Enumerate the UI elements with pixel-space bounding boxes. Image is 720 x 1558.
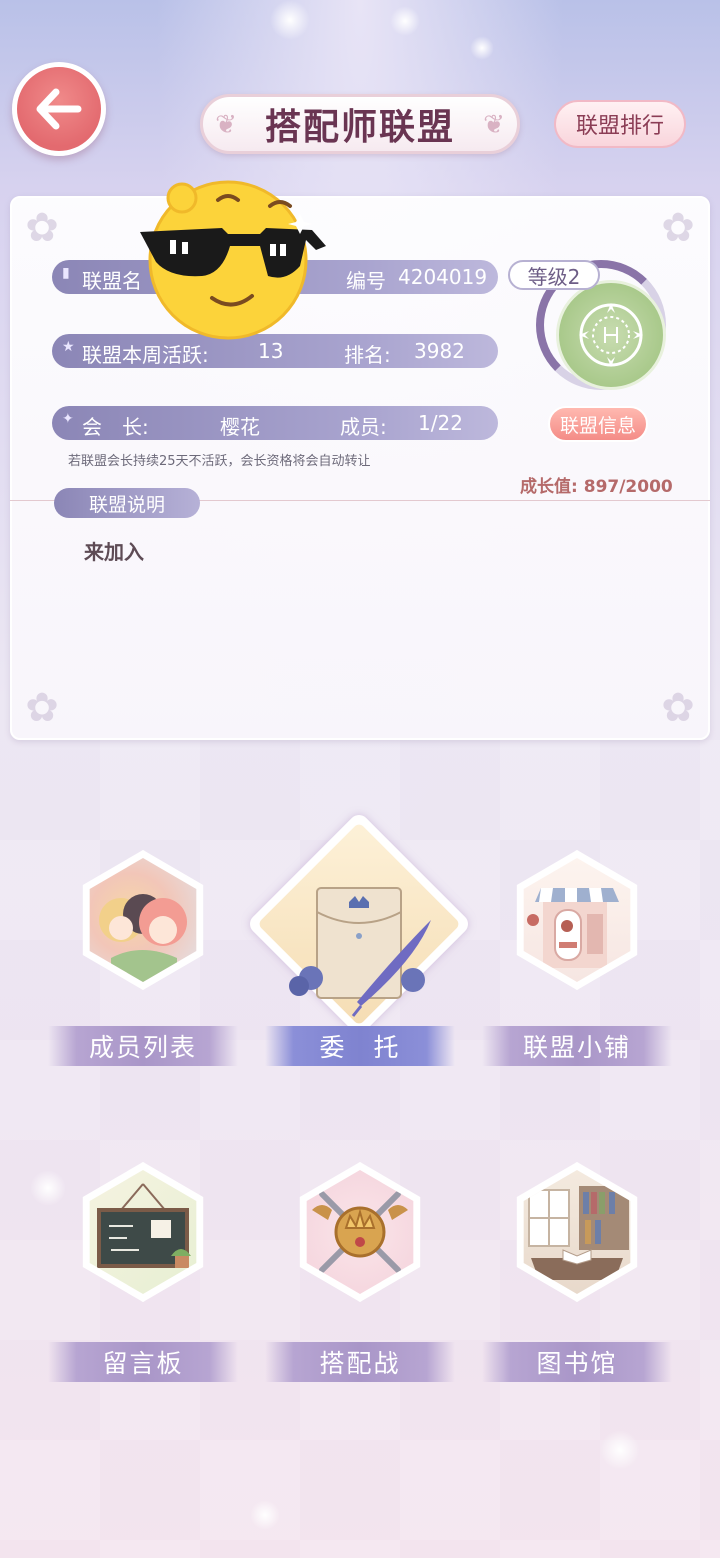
page-title-plate: ❦ 搭配师联盟 ❦ <box>200 94 520 154</box>
sparkle <box>470 36 494 60</box>
alliance-description-text: 来加入 <box>84 540 144 564</box>
sparkle <box>250 1500 280 1530</box>
book-icon: ▮ <box>62 265 70 281</box>
ornament-icon: ❦ <box>215 110 237 140</box>
menu-message-board[interactable]: 留言板 <box>48 1162 238 1392</box>
commission-icon <box>245 810 473 1040</box>
members-value: 1/22 <box>418 411 463 435</box>
leader-row: ✦ 会 长: 樱花 成员: 1/22 <box>52 406 498 440</box>
page-title: 搭配师联盟 <box>264 107 455 148</box>
styling-battle-icon <box>290 1162 430 1302</box>
library-icon <box>507 1162 647 1302</box>
activity-value: 13 <box>258 339 284 363</box>
menu-label: 委 托 <box>265 1026 455 1066</box>
sparkle <box>390 6 420 36</box>
star-icon: ★ <box>62 339 75 355</box>
alliance-id-value: 4204019 <box>398 265 488 289</box>
sparkle-icon: ✦ <box>62 411 74 427</box>
alliance-emblem <box>556 280 666 390</box>
growth-label: 成长值: <box>520 477 578 497</box>
emblem-icon <box>579 303 643 367</box>
menu-label: 搭配战 <box>265 1342 455 1382</box>
members-label: 成员: <box>340 415 387 439</box>
menu-label: 图书馆 <box>482 1342 672 1382</box>
sparkle <box>270 0 310 40</box>
members-icon <box>73 850 213 990</box>
sparkle <box>600 1430 640 1470</box>
leader-name: 樱花 <box>220 415 260 439</box>
back-button[interactable] <box>12 62 106 156</box>
menu-styling-battle[interactable]: 搭配战 <box>265 1162 455 1392</box>
shop-icon <box>507 850 647 990</box>
rank-label: 排名: <box>344 343 391 367</box>
menu-member-list[interactable]: 成员列表 <box>48 850 238 1080</box>
alliance-description-label: 联盟说明 <box>54 488 200 518</box>
menu-commission[interactable]: 委 托 <box>245 810 473 1080</box>
rose-corner-icon: ✿ <box>25 685 59 731</box>
alliance-level: 等级2 <box>508 260 600 290</box>
menu-label: 成员列表 <box>48 1026 238 1066</box>
leader-transfer-note: 若联盟会长持续25天不活跃，会长资格将会自动转让 <box>68 454 371 469</box>
rose-corner-icon: ✿ <box>661 205 695 251</box>
arrow-left-icon <box>36 88 82 130</box>
activity-label: 联盟本周活跃: <box>82 343 209 367</box>
menu-label: 联盟小铺 <box>482 1026 672 1066</box>
menu-alliance-shop[interactable]: 联盟小铺 <box>482 850 672 1080</box>
rose-corner-icon: ✿ <box>25 205 59 251</box>
sunglasses-emoji-icon <box>140 180 326 340</box>
rank-value: 3982 <box>414 339 465 363</box>
growth-number: 897/2000 <box>583 477 673 497</box>
rose-corner-icon: ✿ <box>661 685 695 731</box>
menu-label: 留言板 <box>48 1342 238 1382</box>
alliance-ranking-button[interactable]: 联盟排行 <box>554 100 686 148</box>
ornament-icon: ❦ <box>483 110 505 140</box>
alliance-info-button[interactable]: 联盟信息 <box>548 406 648 442</box>
message-board-icon <box>73 1162 213 1302</box>
menu-library[interactable]: 图书馆 <box>482 1162 672 1392</box>
alliance-id-label: 编号 <box>346 269 386 293</box>
alliance-name-label: 联盟名 <box>82 269 142 293</box>
leader-label: 会 长: <box>82 415 149 439</box>
growth-value: 成长值: 897/2000 <box>520 472 673 497</box>
